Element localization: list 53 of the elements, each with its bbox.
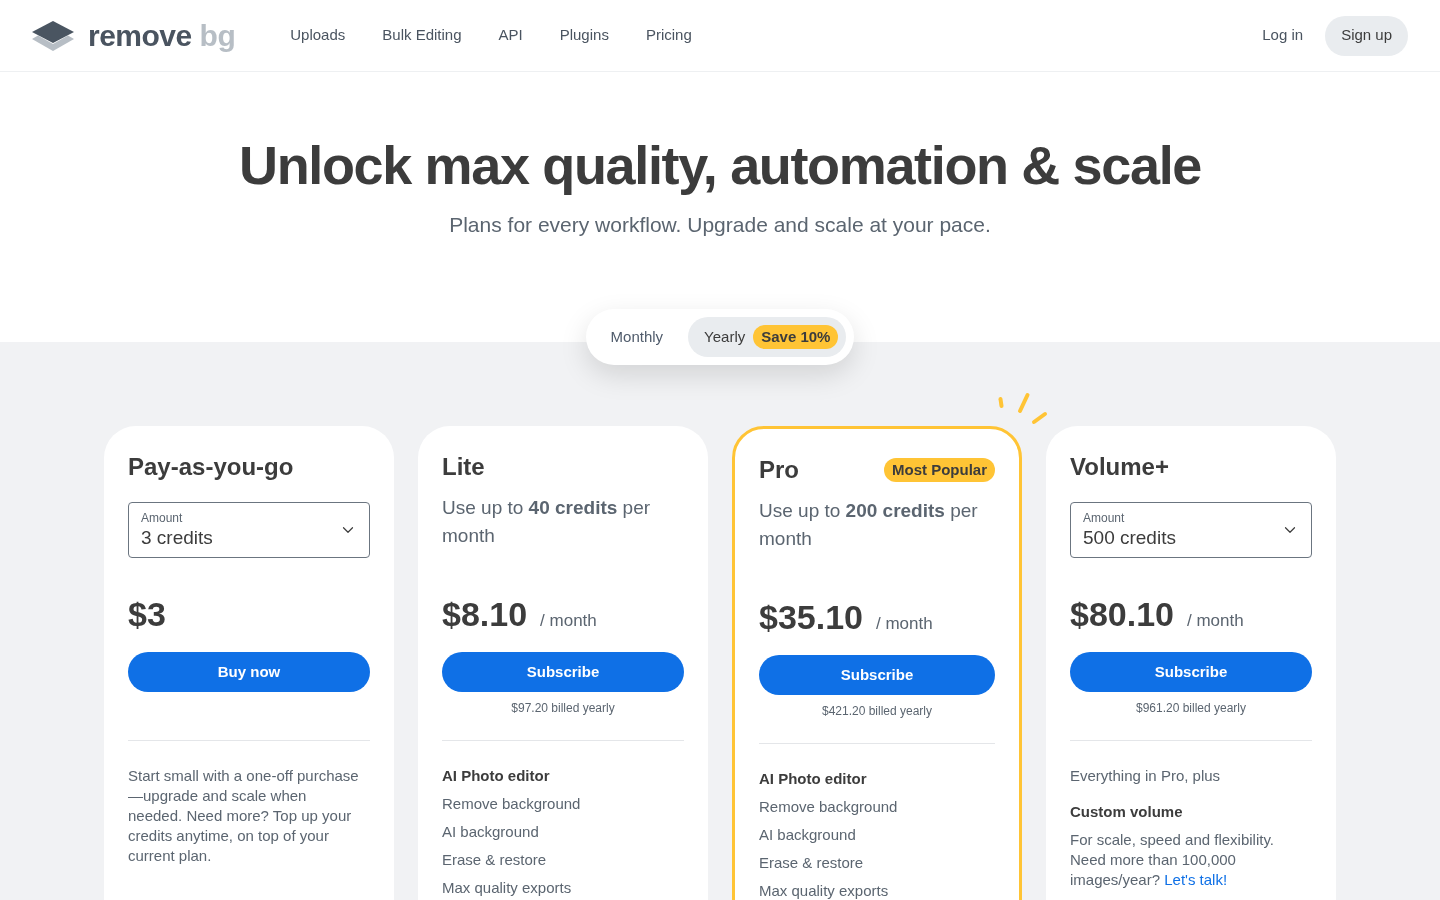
login-link[interactable]: Log in	[1262, 24, 1304, 47]
feature-item: Remove background	[759, 798, 899, 816]
billing-tab[interactable]: Monthly	[593, 317, 681, 357]
feature-item: Erase & restore	[759, 854, 865, 872]
features-heading: AI Photo editor	[442, 766, 551, 786]
purchase-button[interactable]: Buy now	[128, 652, 370, 692]
hero-subtitle: Plans for every workflow. Upgrade and scale at your pace.	[449, 212, 991, 238]
amount-select[interactable]: Amount 3 credits	[128, 502, 370, 558]
period-text: / month	[1187, 610, 1244, 632]
nav-link[interactable]: API	[498, 24, 523, 47]
billing-note: $421.20 billed yearly	[821, 703, 933, 719]
nav-link[interactable]: Uploads	[290, 24, 346, 47]
plan-title: Lite	[442, 452, 485, 482]
plan-description: Start small with a one-off purchase—upgrade and scale when needed. Need more? Top up your credits anytime, on top of your current plan.	[128, 766, 360, 866]
billing-note: $97.20 billed yearly	[511, 700, 615, 716]
save-badge: Save 10%	[753, 325, 839, 349]
plan-summary: Use up to 40 credits per month	[442, 496, 652, 548]
nav-link[interactable]: Pricing	[645, 24, 692, 47]
popular-badge: Most Popular	[884, 458, 995, 482]
feature-item: AI background	[442, 823, 540, 841]
signup-button[interactable]: Sign up	[1325, 15, 1408, 56]
plan-title: Pro	[759, 455, 799, 485]
features-heading: AI Photo editor	[759, 769, 868, 789]
price-text: $3	[128, 594, 166, 634]
price-text: $8.10	[442, 594, 528, 634]
plan-title: Pay-as-you-go	[128, 452, 294, 482]
includes-text: Everything in Pro, plus	[1070, 766, 1222, 786]
feature-item: AI background	[759, 826, 857, 844]
plan-summary: Use up to 200 credits per month	[759, 499, 979, 551]
amount-select[interactable]: Amount 500 credits	[1070, 502, 1312, 558]
feature-item: Erase & restore	[442, 851, 548, 869]
feature-item: Max quality exports	[442, 879, 573, 897]
feature-item: Remove background	[442, 795, 582, 813]
custom-description: For scale, speed and flexibility. Need more than 100,000 images/year? Let's talk!	[1070, 830, 1275, 890]
billing-note: $961.20 billed yearly	[1135, 700, 1247, 716]
billing-tab[interactable]: Yearly Save 10%	[688, 317, 847, 357]
price-text: $80.10	[1070, 594, 1174, 634]
plan-title: Volume+	[1070, 452, 1169, 482]
stacked-layers-icon	[32, 20, 74, 51]
hero-title: Unlock max quality, automation & scale	[239, 134, 1201, 197]
burst-lines-icon	[998, 392, 1048, 426]
period-text: / month	[540, 610, 597, 632]
purchase-button[interactable]: Subscribe	[1070, 652, 1312, 692]
period-text: / month	[876, 613, 933, 635]
nav-link[interactable]: Bulk Editing	[382, 24, 462, 47]
purchase-button[interactable]: Subscribe	[442, 652, 684, 692]
contact-link[interactable]: Let's talk!	[1164, 871, 1228, 888]
feature-item: Max quality exports	[759, 882, 890, 900]
nav-link[interactable]: Plugins	[559, 24, 609, 47]
price-text: $35.10	[759, 597, 863, 637]
purchase-button[interactable]: Subscribe	[759, 655, 995, 695]
custom-heading: Custom volume	[1070, 802, 1184, 822]
logo-link[interactable]: remove bg	[32, 20, 236, 51]
